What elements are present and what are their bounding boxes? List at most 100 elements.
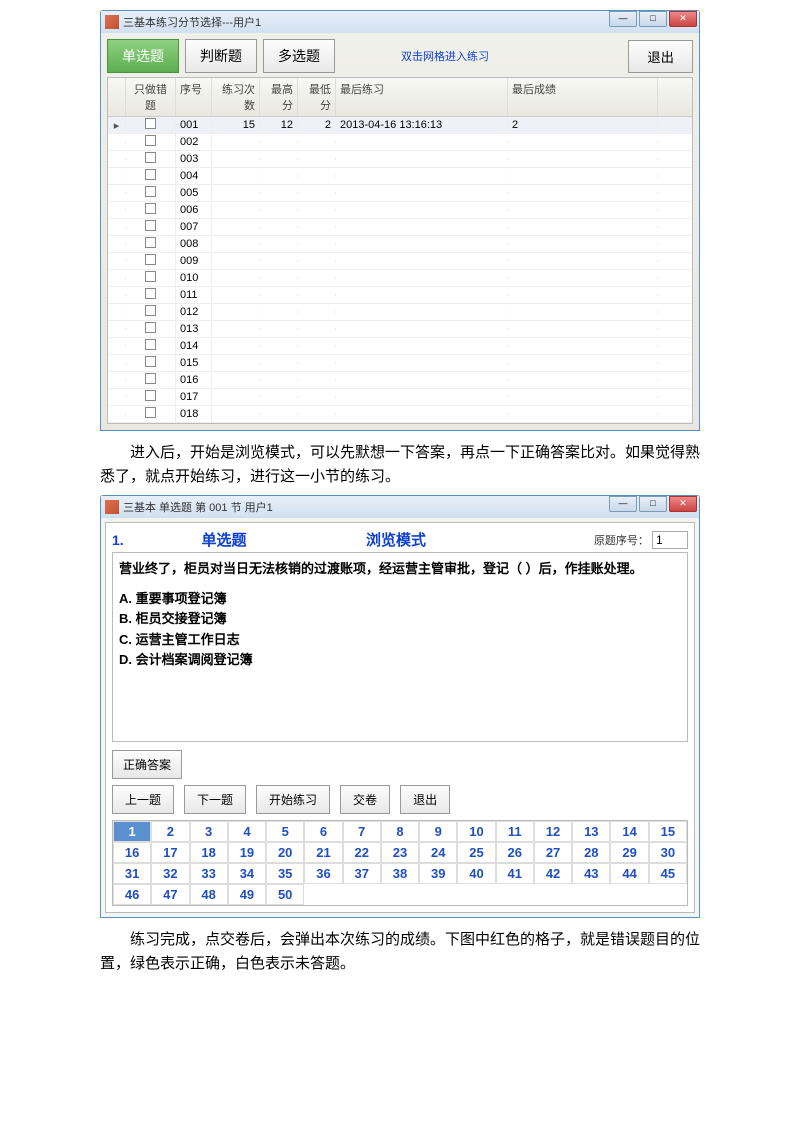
checkbox[interactable] [145,186,156,197]
tab-multi-choice[interactable]: 多选题 [263,39,335,73]
option-b[interactable]: B. 柜员交接登记簿 [119,609,681,629]
question-nav-cell[interactable]: 29 [610,842,648,863]
table-row[interactable]: 008 [108,236,692,253]
table-row[interactable]: 012 [108,304,692,321]
question-nav-cell[interactable]: 32 [151,863,189,884]
question-nav-cell[interactable]: 8 [381,821,419,842]
question-nav-cell[interactable]: 21 [304,842,342,863]
question-nav-cell[interactable]: 30 [649,842,687,863]
question-nav-cell[interactable]: 39 [419,863,457,884]
question-nav-cell[interactable]: 42 [534,863,572,884]
question-nav-cell[interactable]: 50 [266,884,304,905]
question-nav-cell[interactable]: 13 [572,821,610,842]
question-nav-cell[interactable]: 24 [419,842,457,863]
section-grid[interactable]: 只做错题 序号 练习次数 最高分 最低分 最后练习 最后成绩 ▸00115122… [107,77,693,424]
prev-button[interactable]: 上一题 [112,785,174,814]
question-nav-cell[interactable]: 48 [190,884,228,905]
question-nav-cell[interactable]: 12 [534,821,572,842]
submit-button[interactable]: 交卷 [340,785,390,814]
question-nav-cell[interactable]: 17 [151,842,189,863]
exit-button[interactable]: 退出 [628,40,693,73]
checkbox[interactable] [145,135,156,146]
question-nav-cell[interactable]: 41 [496,863,534,884]
checkbox[interactable] [145,305,156,316]
question-nav-cell[interactable]: 16 [113,842,151,863]
table-row[interactable]: 007 [108,219,692,236]
question-nav-cell[interactable]: 1 [113,821,151,842]
tab-judge[interactable]: 判断题 [185,39,257,73]
table-row[interactable]: 017 [108,389,692,406]
question-nav-cell[interactable]: 34 [228,863,266,884]
table-row[interactable]: 013 [108,321,692,338]
original-seq-input[interactable] [652,531,688,549]
question-nav-cell[interactable]: 38 [381,863,419,884]
close-button[interactable]: ✕ [669,11,697,27]
table-row[interactable]: 006 [108,202,692,219]
maximize-button[interactable]: □ [639,496,667,512]
checkbox[interactable] [145,169,156,180]
checkbox[interactable] [145,339,156,350]
checkbox[interactable] [145,322,156,333]
titlebar[interactable]: 三基本 单选题 第 001 节 用户1 — □ ✕ [101,496,699,518]
tab-single-choice[interactable]: 单选题 [107,39,179,73]
option-c[interactable]: C. 运营主管工作日志 [119,630,681,650]
question-nav-cell[interactable]: 22 [343,842,381,863]
question-nav-cell[interactable]: 11 [496,821,534,842]
checkbox[interactable] [145,373,156,384]
table-row[interactable]: 009 [108,253,692,270]
minimize-button[interactable]: — [609,496,637,512]
checkbox[interactable] [145,118,156,129]
table-row[interactable]: 016 [108,372,692,389]
checkbox[interactable] [145,203,156,214]
question-nav-cell[interactable]: 5 [266,821,304,842]
table-row[interactable]: ▸001151222013-04-16 13:16:132 [108,117,692,134]
question-nav-cell[interactable]: 4 [228,821,266,842]
maximize-button[interactable]: □ [639,11,667,27]
minimize-button[interactable]: — [609,11,637,27]
question-nav-cell[interactable]: 25 [457,842,495,863]
checkbox[interactable] [145,271,156,282]
table-row[interactable]: 004 [108,168,692,185]
question-nav-cell[interactable]: 19 [228,842,266,863]
question-nav-cell[interactable]: 20 [266,842,304,863]
question-nav-cell[interactable]: 23 [381,842,419,863]
question-nav-cell[interactable]: 14 [610,821,648,842]
question-nav-cell[interactable]: 49 [228,884,266,905]
question-nav-cell[interactable]: 43 [572,863,610,884]
table-row[interactable]: 014 [108,338,692,355]
question-nav-cell[interactable]: 46 [113,884,151,905]
table-row[interactable]: 018 [108,406,692,423]
checkbox[interactable] [145,288,156,299]
question-nav-cell[interactable]: 26 [496,842,534,863]
checkbox[interactable] [145,407,156,418]
option-a[interactable]: A. 重要事项登记簿 [119,589,681,609]
table-row[interactable]: 005 [108,185,692,202]
question-nav-cell[interactable]: 7 [343,821,381,842]
correct-answer-button[interactable]: 正确答案 [112,750,182,779]
checkbox[interactable] [145,220,156,231]
question-nav-cell[interactable]: 35 [266,863,304,884]
question-nav-cell[interactable]: 27 [534,842,572,863]
table-row[interactable]: 015 [108,355,692,372]
question-nav-cell[interactable]: 9 [419,821,457,842]
question-nav-cell[interactable]: 31 [113,863,151,884]
table-row[interactable]: 003 [108,151,692,168]
question-nav-cell[interactable]: 18 [190,842,228,863]
start-practice-button[interactable]: 开始练习 [256,785,330,814]
question-nav-cell[interactable]: 28 [572,842,610,863]
checkbox[interactable] [145,152,156,163]
table-row[interactable]: 011 [108,287,692,304]
checkbox[interactable] [145,254,156,265]
table-row[interactable]: 010 [108,270,692,287]
close-button[interactable]: ✕ [669,496,697,512]
question-nav-cell[interactable]: 44 [610,863,648,884]
option-d[interactable]: D. 会计档案调阅登记簿 [119,650,681,670]
checkbox[interactable] [145,237,156,248]
grid-hint-link[interactable]: 双击网格进入练习 [401,48,489,64]
question-nav-cell[interactable]: 2 [151,821,189,842]
question-nav-cell[interactable]: 33 [190,863,228,884]
question-nav-cell[interactable]: 36 [304,863,342,884]
next-button[interactable]: 下一题 [184,785,246,814]
question-nav-cell[interactable]: 37 [343,863,381,884]
exit-button[interactable]: 退出 [400,785,450,814]
